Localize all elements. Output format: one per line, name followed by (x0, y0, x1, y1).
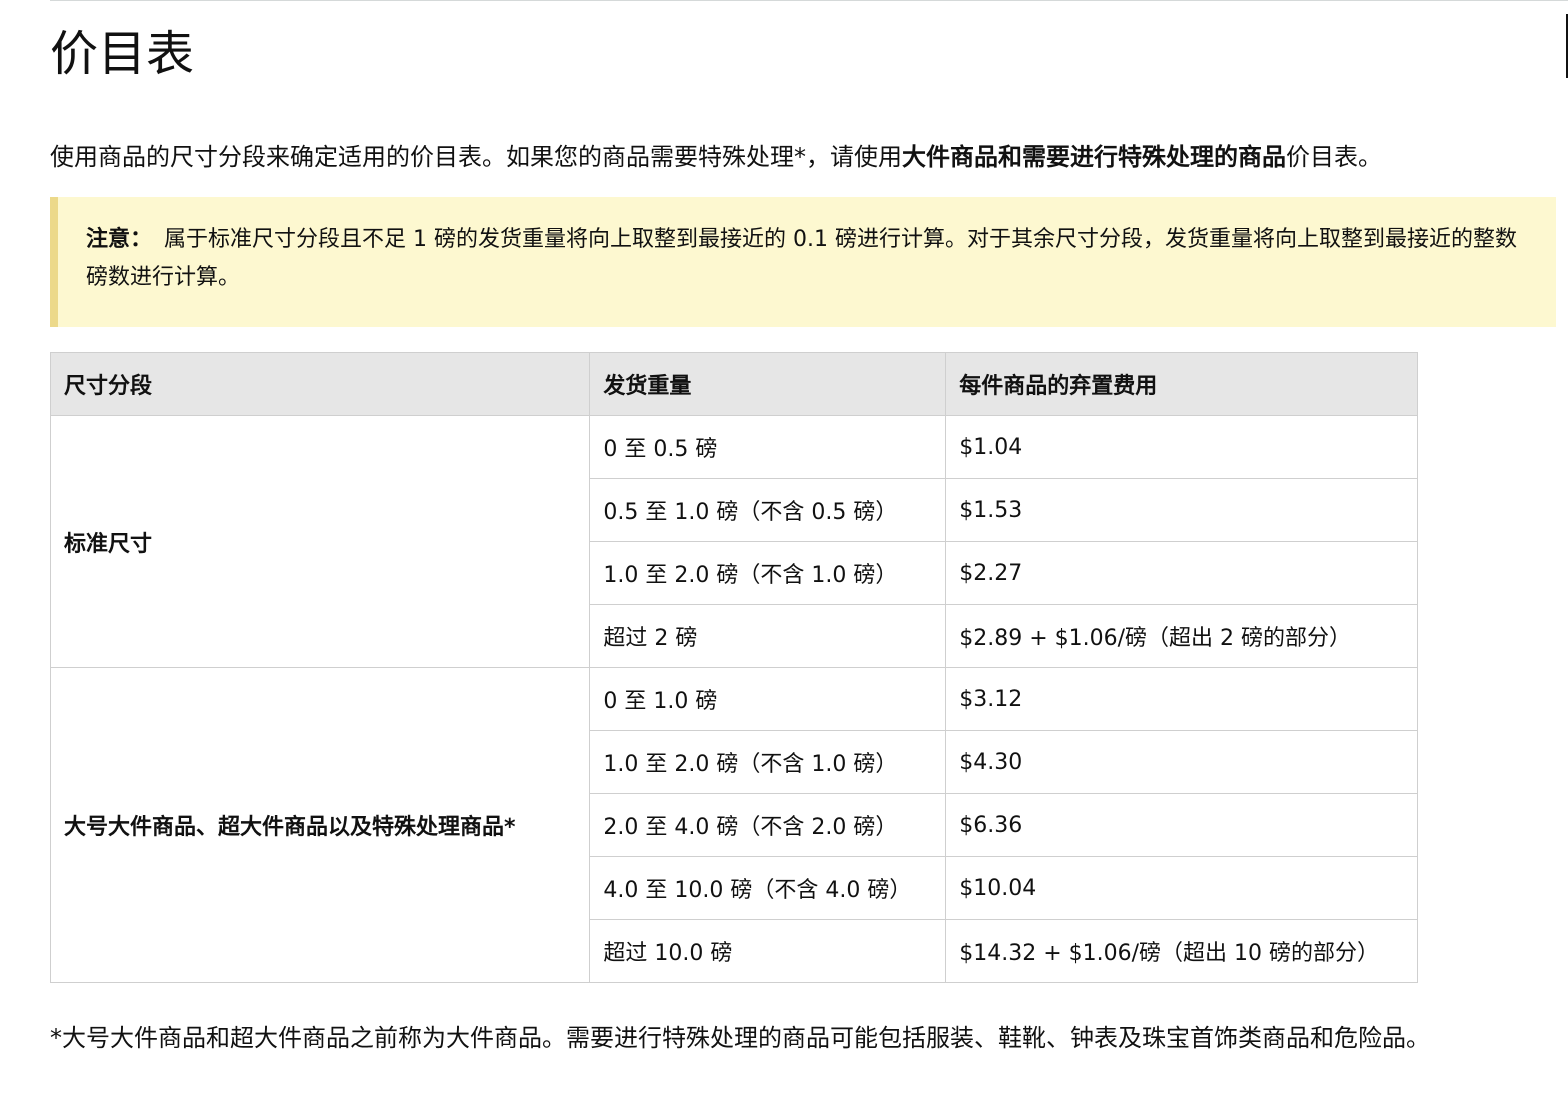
weight-cell: 0 至 0.5 磅 (589, 415, 947, 479)
weight-cell: 1.0 至 2.0 磅（不含 1.0 磅） (589, 541, 947, 605)
weight-cell: 0 至 1.0 磅 (589, 667, 947, 731)
header-size-tier: 尺寸分段 (49, 352, 591, 416)
note-text: 属于标准尺寸分段且不足 1 磅的发货重量将向上取整到最接近的 0.1 磅进行计算… (86, 227, 1517, 290)
intro-bold-link-text: 大件商品和需要进行特殊处理的商品 (902, 143, 1286, 171)
fee-cell: $1.53 (945, 478, 1418, 542)
intro-text-after: 价目表。 (1286, 143, 1382, 171)
table-row: 标准尺寸 0 至 0.5 磅 $1.04 (49, 415, 1418, 668)
top-divider (50, 0, 1568, 1)
fee-cell: $2.89 + $1.06/磅（超出 2 磅的部分） (945, 604, 1418, 668)
page-title: 价目表 (50, 26, 195, 82)
weight-cell: 超过 10.0 磅 (589, 919, 947, 983)
weight-cell: 0.5 至 1.0 磅（不含 0.5 磅） (589, 478, 947, 542)
fee-cell: $3.12 (945, 667, 1418, 731)
weight-cell: 4.0 至 10.0 磅（不含 4.0 磅） (589, 856, 947, 920)
header-disposal-fee: 每件商品的弃置费用 (945, 352, 1418, 416)
rates-table: 尺寸分段 发货重量 每件商品的弃置费用 标准尺寸 0 至 0.5 磅 $1.04… (49, 352, 1418, 983)
tier-standard: 标准尺寸 (49, 415, 591, 668)
fee-cell: $4.30 (945, 730, 1418, 794)
fee-cell: $6.36 (945, 793, 1418, 857)
fee-cell: $10.04 (945, 856, 1418, 920)
fee-cell: $14.32 + $1.06/磅（超出 10 磅的部分） (945, 919, 1418, 983)
weight-cell: 1.0 至 2.0 磅（不含 1.0 磅） (589, 730, 947, 794)
table-header-row: 尺寸分段 发货重量 每件商品的弃置费用 (49, 352, 1418, 416)
weight-cell: 超过 2 磅 (589, 604, 947, 668)
header-shipping-weight: 发货重量 (589, 352, 947, 416)
fee-cell: $2.27 (945, 541, 1418, 605)
note-callout: 注意： 属于标准尺寸分段且不足 1 磅的发货重量将向上取整到最接近的 0.1 磅进… (50, 197, 1556, 327)
note-label: 注意： (86, 227, 153, 252)
footnote: *大号大件商品和超大件商品之前称为大件商品。需要进行特殊处理的商品可能包括服装、… (50, 1024, 1430, 1052)
table-row: 大号大件商品、超大件商品以及特殊处理商品* 0 至 1.0 磅 $3.12 (49, 667, 1418, 983)
weight-cell: 2.0 至 4.0 磅（不含 2.0 磅） (589, 793, 947, 857)
intro-text-before: 使用商品的尺寸分段来确定适用的价目表。如果您的商品需要特殊处理*，请使用 (50, 143, 902, 171)
intro-paragraph: 使用商品的尺寸分段来确定适用的价目表。如果您的商品需要特殊处理*，请使用大件商品… (50, 138, 1556, 176)
tier-oversize-special: 大号大件商品、超大件商品以及特殊处理商品* (49, 667, 591, 983)
fee-cell: $1.04 (945, 415, 1418, 479)
